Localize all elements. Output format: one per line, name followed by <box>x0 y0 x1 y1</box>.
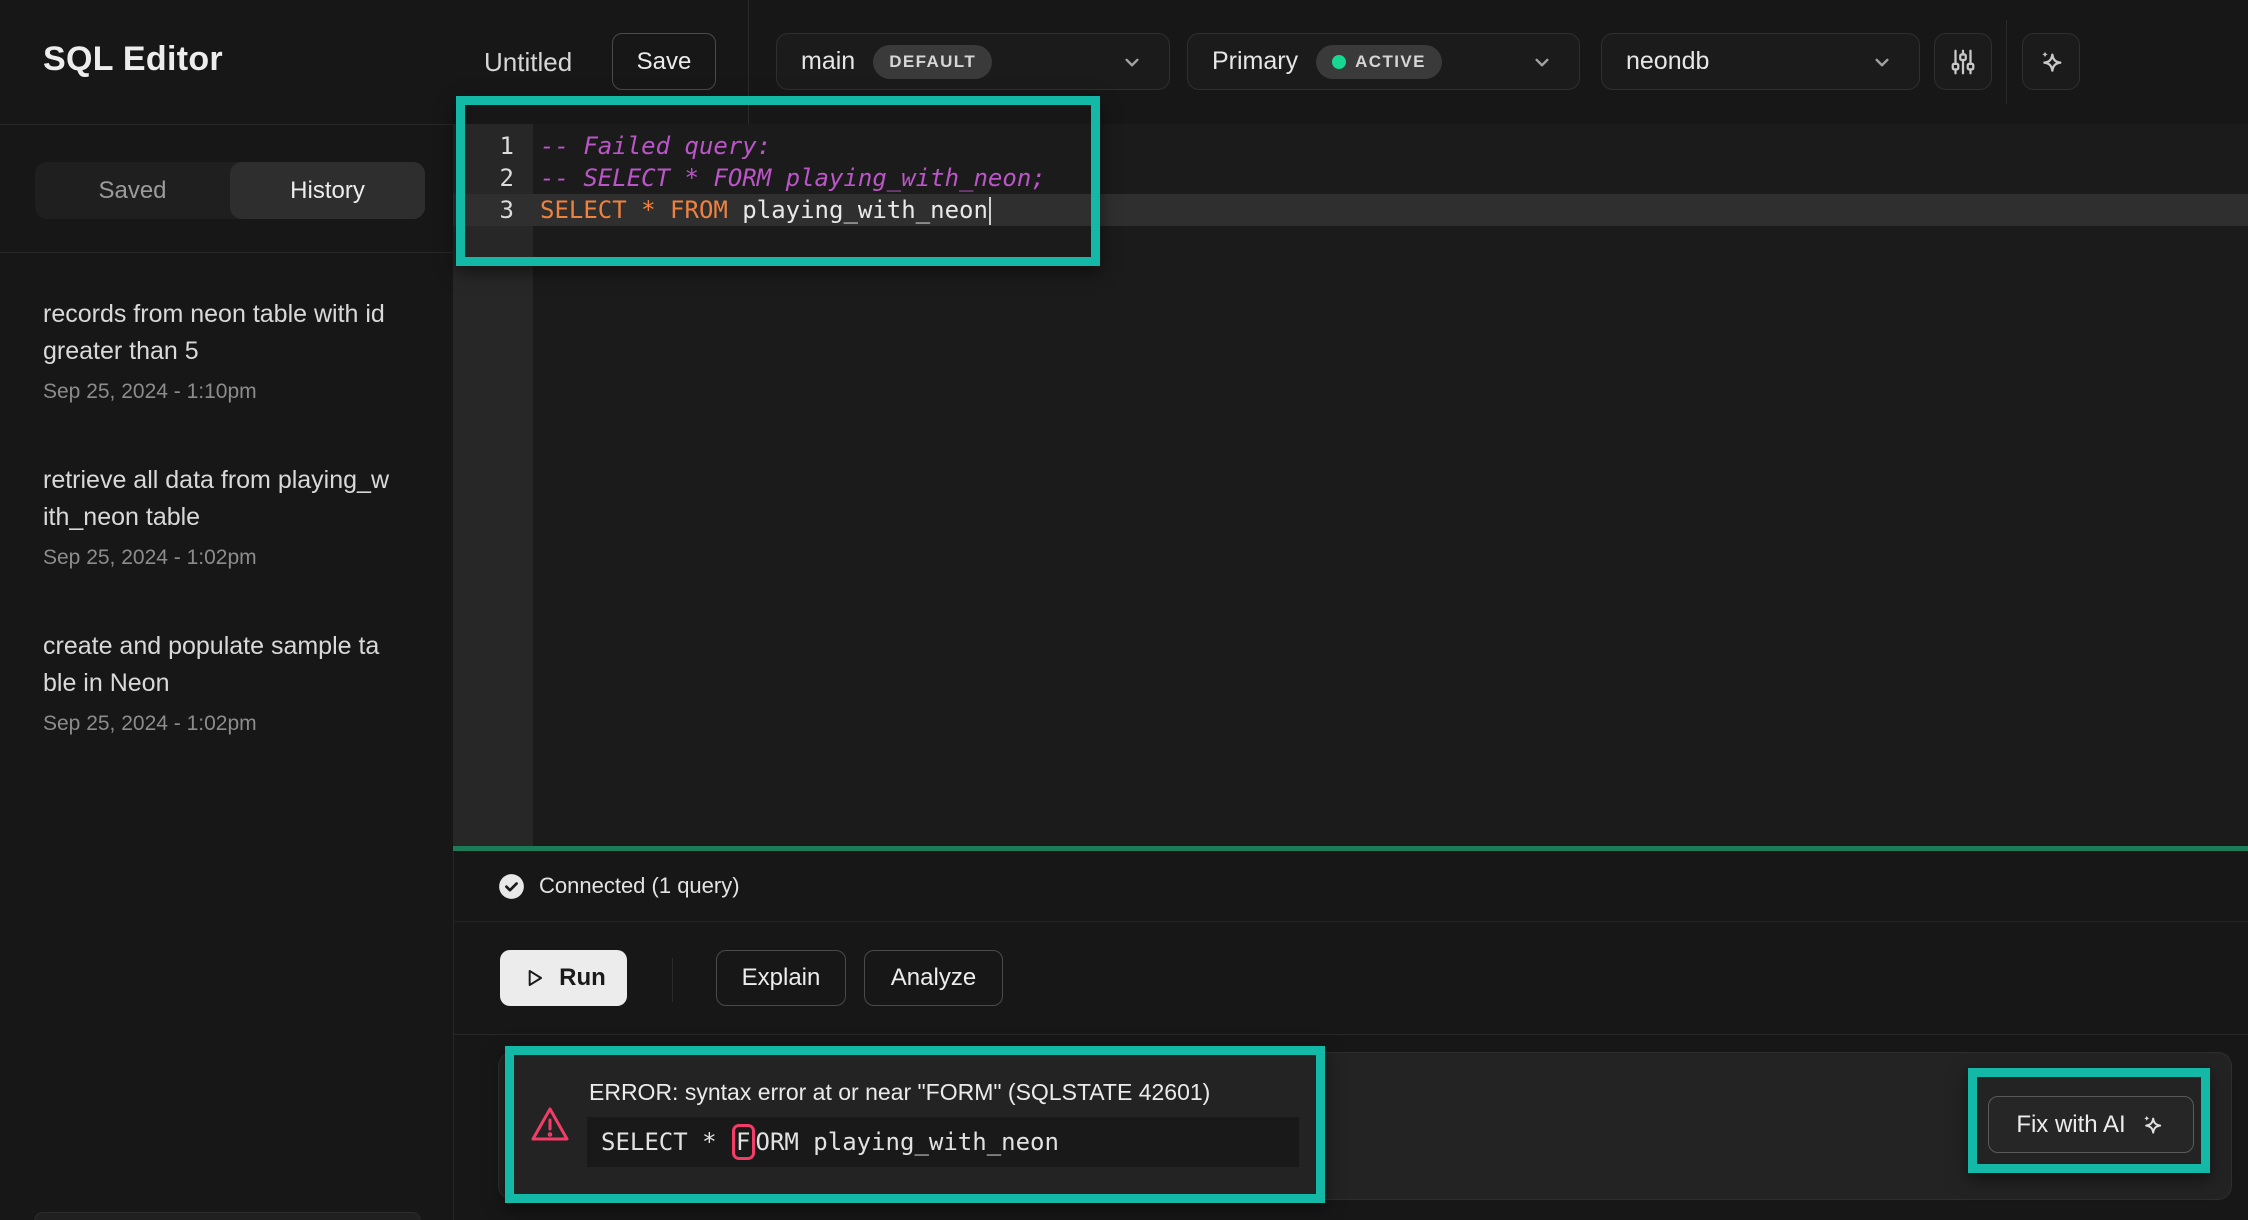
play-icon <box>521 965 547 991</box>
branch-select[interactable]: main DEFAULT <box>776 33 1170 90</box>
analyze-button[interactable]: Analyze <box>864 950 1003 1006</box>
history-item-title: retrieve all data from playing_w <box>43 462 403 499</box>
query-title[interactable]: Untitled <box>484 0 572 124</box>
sliders-icon <box>1948 47 1978 77</box>
sparkle-icon <box>2138 1111 2166 1139</box>
query-actions-bar: Run Explain Analyze <box>453 921 2248 1035</box>
run-button[interactable]: Run <box>500 950 627 1006</box>
sparkle-icon <box>2035 46 2067 78</box>
error-token-highlight: F <box>732 1124 754 1160</box>
code-lines[interactable]: 1 -- Failed query: 2 -- SELECT * FORM pl… <box>453 130 2248 226</box>
ai-assistant-button[interactable] <box>2022 33 2080 90</box>
active-status-dot <box>1332 55 1346 69</box>
history-item-title: ith_neon table <box>43 499 403 536</box>
sql-editor-canvas[interactable] <box>453 124 2248 846</box>
actions-divider <box>672 958 673 1002</box>
code-line-3-active: 3 SELECT * FROM playing_with_neon <box>453 194 2248 226</box>
history-item[interactable]: retrieve all data from playing_w ith_neo… <box>43 462 403 570</box>
code-line-1: 1 -- Failed query: <box>453 130 2248 162</box>
sql-comment: -- SELECT * FORM playing_with_neon; <box>533 164 1046 192</box>
toolbar-divider <box>748 0 749 124</box>
tab-history[interactable]: History <box>230 162 425 219</box>
error-query-snippet: SELECT * FORM playing_with_neon <box>587 1117 1299 1167</box>
tab-saved[interactable]: Saved <box>35 162 230 219</box>
explain-button[interactable]: Explain <box>716 950 846 1006</box>
history-item-title: greater than 5 <box>43 333 403 370</box>
history-item-title: records from neon table with id <box>43 296 403 333</box>
line-number: 3 <box>453 196 533 224</box>
branch-name: main <box>801 47 855 76</box>
history-item-timestamp: Sep 25, 2024 - 1:02pm <box>43 546 403 570</box>
history-item[interactable]: records from neon table with id greater … <box>43 296 403 404</box>
chevron-down-icon <box>1869 49 1895 75</box>
query-error-panel: ERROR: syntax error at or near "FORM" (S… <box>498 1052 2232 1200</box>
compute-name: Primary <box>1212 47 1298 76</box>
history-item-title: ble in Neon <box>43 665 403 702</box>
fix-with-ai-button[interactable]: Fix with AI <box>1988 1096 2194 1153</box>
chevron-down-icon <box>1119 49 1145 75</box>
connection-status-text: Connected (1 query) <box>539 873 740 899</box>
compute-active-badge: ACTIVE <box>1316 45 1442 79</box>
line-number: 2 <box>453 164 533 192</box>
error-message: ERROR: syntax error at or near "FORM" (S… <box>589 1079 1210 1106</box>
history-list: records from neon table with id greater … <box>43 296 403 794</box>
warning-icon <box>529 1105 571 1145</box>
history-item-timestamp: Sep 25, 2024 - 1:10pm <box>43 380 403 404</box>
saved-history-tabs: Saved History <box>35 162 425 219</box>
code-line-2: 2 -- SELECT * FORM playing_with_neon; <box>453 162 2248 194</box>
connection-status-bar: Connected (1 query) <box>453 851 2248 922</box>
compute-select[interactable]: Primary ACTIVE <box>1187 33 1580 90</box>
sidebar-tabs-divider <box>0 252 453 253</box>
connected-check-icon <box>498 873 525 900</box>
query-settings-button[interactable] <box>1934 33 1992 90</box>
toolbar-divider <box>2006 20 2007 104</box>
history-item-title: create and populate sample ta <box>43 628 403 665</box>
database-name: neondb <box>1626 47 1709 76</box>
page-title: SQL Editor <box>43 40 223 79</box>
line-number: 1 <box>453 132 533 160</box>
sql-comment: -- Failed query: <box>533 132 771 160</box>
history-item[interactable]: create and populate sample ta ble in Neo… <box>43 628 403 736</box>
chevron-down-icon <box>1529 49 1555 75</box>
history-item-timestamp: Sep 25, 2024 - 1:02pm <box>43 712 403 736</box>
sidebar-bottom-card[interactable] <box>34 1212 421 1220</box>
sql-statement: SELECT * FROM playing_with_neon <box>533 196 991 225</box>
database-select[interactable]: neondb <box>1601 33 1920 90</box>
branch-default-badge: DEFAULT <box>873 45 992 79</box>
text-cursor <box>989 197 991 225</box>
save-button[interactable]: Save <box>612 33 716 90</box>
sidebar-header-divider <box>0 124 453 125</box>
line-number-gutter <box>453 124 533 846</box>
sidebar: SQL Editor Saved History records from ne… <box>0 0 454 1220</box>
sql-editor-app: SQL Editor Saved History records from ne… <box>0 0 2248 1220</box>
editor-toolbar: Untitled Save main DEFAULT Primary ACTIV… <box>453 0 2248 125</box>
